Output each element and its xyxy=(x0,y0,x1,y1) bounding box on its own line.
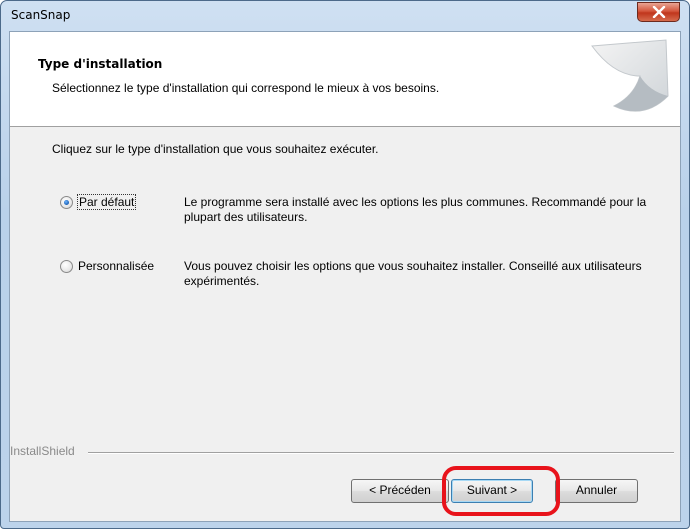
installshield-brand: InstallShield xyxy=(10,444,75,458)
option-default-label[interactable]: Par défaut xyxy=(77,194,137,210)
option-custom-label[interactable]: Personnalisée xyxy=(78,259,154,273)
dialog-body: Type d'installation Sélectionnez le type… xyxy=(9,31,681,522)
option-custom-description: Vous pouvez choisir les options que vous… xyxy=(184,259,642,288)
cancel-button[interactable]: Annuler xyxy=(555,479,638,503)
close-button[interactable] xyxy=(637,2,680,22)
installer-graphic-icon xyxy=(591,39,669,112)
dialog-content: Cliquez sur le type d'installation que v… xyxy=(10,128,680,448)
radio-custom[interactable] xyxy=(60,260,73,273)
window-title: ScanSnap xyxy=(11,8,71,22)
page-subtitle: Sélectionnez le type d'installation qui … xyxy=(52,81,440,95)
footer-divider xyxy=(88,452,674,454)
option-default-description: Le programme sera installé avec les opti… xyxy=(184,195,647,224)
instruction-text: Cliquez sur le type d'installation que v… xyxy=(52,142,379,156)
title-bar[interactable]: ScanSnap xyxy=(1,1,689,31)
radio-default[interactable] xyxy=(60,196,73,209)
installer-window: ScanSnap Type d'installation Sélectionne… xyxy=(0,0,690,529)
close-icon xyxy=(652,6,665,18)
previous-button[interactable]: < Précéden xyxy=(351,479,449,503)
dialog-header: Type d'installation Sélectionnez le type… xyxy=(10,32,680,127)
next-button-highlight xyxy=(442,466,560,516)
page-title: Type d'installation xyxy=(38,57,163,71)
